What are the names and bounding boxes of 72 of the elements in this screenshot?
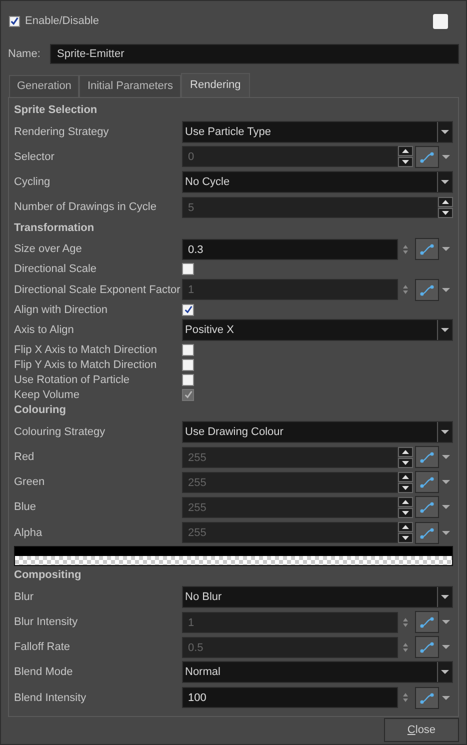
curve-icon bbox=[420, 476, 434, 488]
field-label: Selector bbox=[14, 150, 56, 163]
checkbox[interactable] bbox=[182, 263, 194, 276]
spin-buttons[interactable] bbox=[398, 496, 413, 518]
field-label: Red bbox=[14, 451, 36, 464]
field-label: Rendering Strategy bbox=[14, 126, 110, 138]
field-label: Alpha bbox=[14, 526, 44, 539]
field-label: Directional Scale Exponent Factor bbox=[14, 284, 182, 296]
field-label: Use Rotation of Particle bbox=[14, 374, 131, 386]
dropdown[interactable]: No Cycle bbox=[182, 170, 453, 193]
section-heading: Colouring bbox=[14, 403, 67, 418]
section-heading: Sprite Selection bbox=[14, 103, 98, 118]
name-field[interactable]: Sprite-Emitter bbox=[50, 44, 459, 64]
field-label: Flip X Axis to Match Direction bbox=[14, 344, 158, 356]
field-label: Blend Intensity bbox=[14, 692, 88, 704]
field-label: Blur Intensity bbox=[14, 616, 79, 628]
tab[interactable]: Initial Parameters bbox=[79, 75, 182, 97]
curve-icon bbox=[420, 150, 434, 163]
field-label: Cycling bbox=[14, 176, 52, 188]
curve-icon bbox=[420, 243, 434, 256]
field-label: Number of Drawings in Cycle bbox=[14, 201, 158, 214]
tab[interactable]: Rendering bbox=[181, 73, 250, 97]
field-label: Axis to Align bbox=[14, 324, 75, 336]
checkbox[interactable] bbox=[182, 344, 194, 356]
field-label: Keep Volume bbox=[14, 388, 80, 401]
curve-icon bbox=[420, 284, 434, 296]
spin-buttons[interactable] bbox=[398, 522, 413, 544]
curve-icon bbox=[420, 692, 434, 704]
field-label: Flip Y Axis to Match Direction bbox=[14, 358, 158, 371]
enable-checkbox[interactable] bbox=[9, 16, 20, 26]
dropdown[interactable]: No Blur bbox=[182, 586, 453, 608]
field-label: Blur bbox=[14, 590, 35, 603]
curve-icon bbox=[420, 501, 434, 514]
caret-icon[interactable] bbox=[437, 662, 452, 682]
caret-icon[interactable] bbox=[437, 586, 452, 607]
dropdown[interactable]: Normal bbox=[182, 661, 453, 684]
close-button[interactable]: Close bbox=[384, 718, 459, 742]
dropdown[interactable]: Use Particle Type bbox=[182, 120, 453, 143]
number-field[interactable]: 0.3 bbox=[182, 238, 398, 260]
field-label: Blend Mode bbox=[14, 666, 74, 678]
field-label: Green bbox=[14, 476, 46, 488]
curve-icon bbox=[420, 641, 434, 654]
checkbox[interactable] bbox=[433, 14, 448, 28]
tab[interactable]: Generation bbox=[9, 75, 80, 97]
field-label: Blue bbox=[14, 501, 38, 514]
curve-icon bbox=[420, 451, 434, 464]
dropdown[interactable]: Positive X bbox=[182, 318, 453, 341]
checkbox[interactable] bbox=[182, 374, 194, 386]
caret-icon[interactable] bbox=[437, 320, 452, 340]
function-curve-button[interactable] bbox=[415, 238, 439, 260]
spin-buttons[interactable] bbox=[398, 446, 413, 468]
caret-icon[interactable] bbox=[437, 172, 452, 192]
curve-icon bbox=[420, 616, 434, 628]
enable-label: Enable/Disable bbox=[25, 15, 100, 27]
spin-buttons[interactable] bbox=[398, 472, 413, 493]
caret-icon[interactable] bbox=[437, 122, 452, 142]
checkbox[interactable] bbox=[182, 358, 194, 371]
number-field[interactable]: 100 bbox=[182, 687, 398, 708]
section-heading: Compositing bbox=[14, 568, 82, 584]
section-heading: Transformation bbox=[14, 220, 96, 236]
spin-buttons[interactable] bbox=[398, 146, 413, 168]
field-label: Align with Direction bbox=[14, 304, 109, 316]
checkbox[interactable] bbox=[182, 304, 194, 316]
field-label: Size over Age bbox=[14, 243, 83, 256]
field-label: Falloff Rate bbox=[14, 641, 72, 654]
function-curve-button[interactable] bbox=[415, 686, 439, 709]
name-label: Name: bbox=[8, 48, 42, 60]
dropdown[interactable]: Use Drawing Colour bbox=[182, 420, 453, 443]
curve-icon bbox=[420, 526, 434, 539]
field-label: Directional Scale bbox=[14, 263, 98, 276]
field-label: Colouring Strategy bbox=[14, 426, 106, 438]
caret-icon[interactable] bbox=[437, 422, 452, 442]
